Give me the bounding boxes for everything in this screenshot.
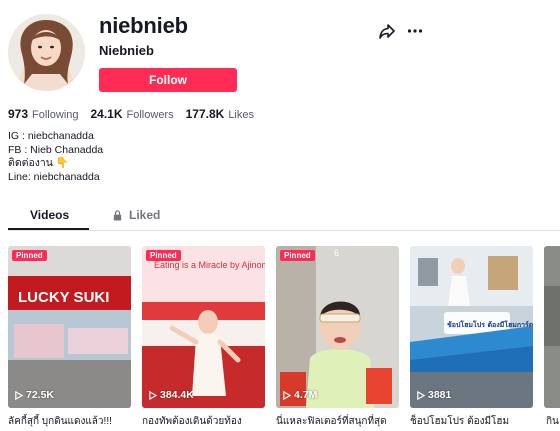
share-icon[interactable] [378, 22, 396, 40]
tab-liked-label: Liked [129, 208, 161, 222]
video-card[interactable]: LUCKY SUKI Pinned 72.5K [8, 246, 131, 408]
stat-value: 177.8K [185, 107, 225, 121]
play-icon [149, 390, 157, 400]
follow-button[interactable]: Follow [99, 68, 237, 92]
bio-line: ติดต่องาน 👇 [8, 157, 69, 169]
pinned-badge: Pinned [146, 250, 181, 261]
thumbnail-overlay-text: 6 [334, 248, 339, 258]
pinned-badge: Pinned [12, 250, 47, 261]
play-icon [283, 390, 291, 400]
stat-value: 973 [8, 107, 29, 121]
video-caption[interactable]: กองทัพต้องเดินด้วยท้อง [142, 414, 265, 429]
pinned-badge: Pinned [280, 250, 315, 261]
tab-liked[interactable]: Liked [112, 208, 160, 222]
video-caption[interactable]: ลัคกี้สุกี้ บุกดินแดงแล้ว!!! [8, 414, 131, 429]
video-card[interactable]: ช้อปโฮมโปร ต้องมีโฮมการ์ด! 3881 [410, 246, 533, 408]
profile-bio: IG : niebchanadda FB : Nieb Chanadda ติด… [8, 130, 103, 184]
video-card[interactable]: Eating is a Miracle by Ajinomoto Pinned … [142, 246, 265, 408]
tab-videos[interactable]: Videos [30, 208, 69, 222]
stat-followers[interactable]: 24.1K Followers [91, 107, 174, 121]
profile-username: niebnieb [99, 13, 188, 38]
stat-label: Followers [126, 109, 174, 121]
thumbnail-overlay-text: LUCKY SUKI [18, 289, 109, 306]
video-thumbnail: 6 [276, 246, 399, 408]
lock-icon [113, 209, 122, 221]
thumbnail-overlay-text: ช้อปโฮมโปร ต้องมีโฮมการ์ด! [447, 320, 533, 329]
bio-line: FB : Nieb Chanadda [8, 143, 104, 156]
stat-likes: 177.8K Likes [186, 107, 254, 121]
video-caption[interactable]: ช็อปโฮมโปร ต้องมีโฮม [410, 414, 533, 429]
video-thumbnail: Eating is a Miracle by Ajinomoto [142, 246, 265, 408]
active-tab-indicator [8, 228, 89, 230]
profile-tabs: Videos Liked [8, 200, 560, 231]
stat-label: Following [32, 109, 79, 121]
profile-stats: 973 Following 24.1K Followers 177.8K Lik… [8, 107, 254, 121]
view-count-value: 384.4K [160, 389, 194, 401]
stat-following[interactable]: 973 Following [8, 107, 79, 121]
avatar[interactable] [8, 14, 85, 91]
play-icon [15, 390, 23, 400]
view-count-value: 4.7M [294, 389, 318, 401]
video-thumbnail: ช้อปโฮมโปร ต้องมีโฮมการ์ด! [410, 246, 533, 408]
bio-line: IG : niebchanadda [8, 130, 94, 142]
play-icon [417, 390, 425, 400]
view-count: 72.5K [14, 389, 54, 401]
video-card[interactable]: 6 Pinned 4.7M [276, 246, 399, 408]
more-options-icon[interactable] [406, 22, 424, 40]
video-caption[interactable]: นี่แหละฟิลเตอร์ที่สนุกที่สุด [276, 414, 399, 429]
bio-line: Line: niebchanadda [8, 170, 100, 183]
video-thumbnail: LUCKY SUKI [8, 246, 131, 408]
view-count: 384.4K [148, 389, 194, 401]
thumbnail-overlay-text: Eating is a Miracle by Ajinomoto [154, 260, 265, 270]
profile-nickname: Niebnieb [99, 43, 154, 58]
stat-label: Likes [228, 109, 254, 121]
view-count: 4.7M [282, 389, 317, 401]
view-count-value: 3881 [428, 389, 452, 401]
video-thumbnail [544, 246, 560, 408]
view-count-value: 72.5K [26, 389, 55, 401]
video-card[interactable] [544, 246, 560, 408]
stat-value: 24.1K [90, 107, 123, 121]
view-count: 3881 [416, 389, 451, 401]
video-caption[interactable]: กิน [546, 414, 560, 429]
